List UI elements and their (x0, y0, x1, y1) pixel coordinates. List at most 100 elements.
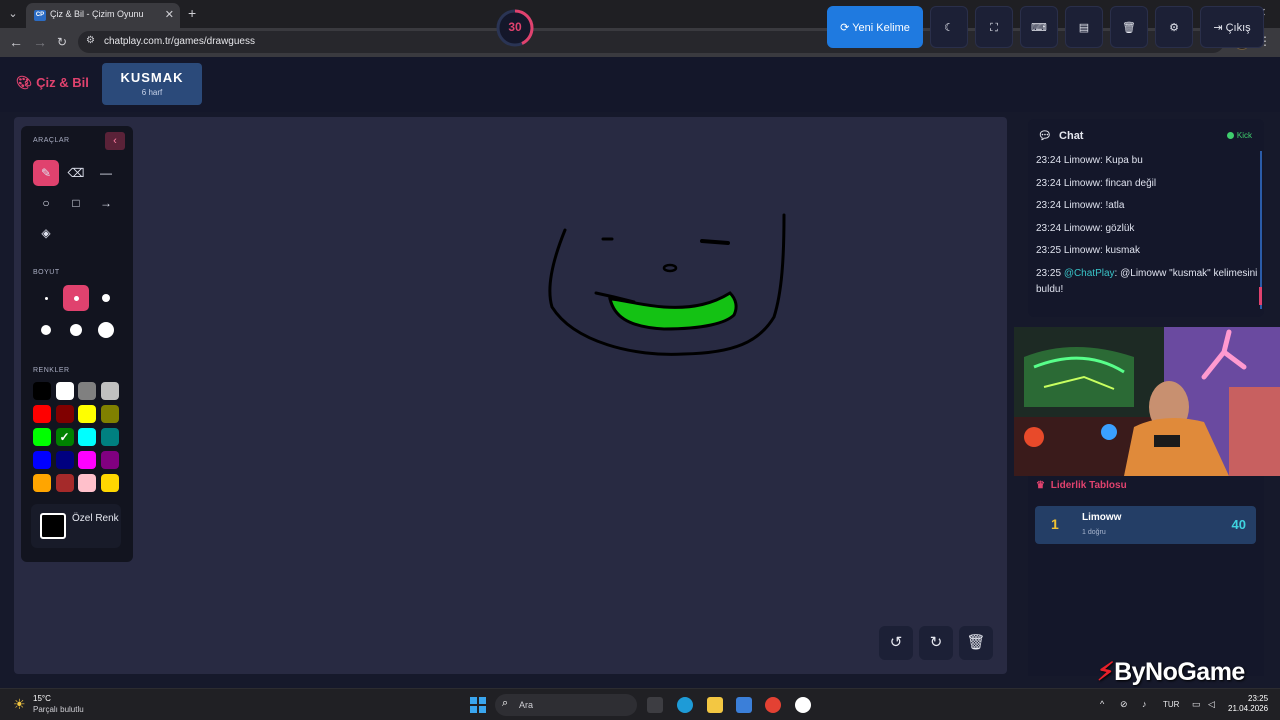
circle-tool[interactable]: ○ (33, 190, 59, 216)
weather-temp: 15°C (33, 694, 51, 703)
monitor-icon[interactable]: ▭ (1192, 699, 1201, 710)
message-text: fincan değil (1105, 177, 1157, 189)
volume-icon[interactable]: ◁ (1208, 699, 1215, 710)
size-dot (74, 296, 79, 301)
chat-message: 23:25 @ChatPlay: @Limoww "kusmak" kelime… (1036, 266, 1258, 298)
chat-scrollbar[interactable] (1260, 151, 1262, 309)
arrow-tool[interactable]: → (93, 190, 119, 216)
delete-button[interactable]: 🗑︎ (1110, 6, 1148, 48)
paint-bucket-icon: ◈ (41, 226, 51, 240)
line-tool[interactable]: — (93, 160, 119, 186)
color-swatch[interactable] (78, 382, 96, 400)
start-button[interactable] (470, 697, 486, 713)
size-6-button[interactable] (93, 317, 119, 343)
size-5-button[interactable] (63, 317, 89, 343)
collapse-panel-button[interactable]: ‹ (105, 132, 125, 150)
custom-color-label: Özel Renk (72, 513, 119, 524)
weather-desc: Parçalı bulutlu (33, 705, 84, 714)
color-swatch[interactable] (55, 382, 74, 400)
message-time: 23:25 (1036, 267, 1062, 279)
dark-mode-button[interactable]: ☾ (930, 6, 968, 48)
store-icon[interactable] (736, 697, 752, 713)
color-swatch[interactable] (78, 428, 96, 446)
color-swatch[interactable] (33, 451, 51, 469)
new-word-button[interactable]: ⟳ Yeni Kelime (827, 6, 923, 48)
color-swatch[interactable] (100, 382, 119, 400)
color-swatch[interactable] (100, 428, 119, 446)
pen-tool[interactable]: ✎ (33, 160, 59, 186)
browser-tab[interactable]: CP Çiz & Bil - Çizim Oyunu ✕ (26, 3, 180, 28)
size-2-button[interactable] (63, 285, 89, 311)
color-swatch[interactable] (100, 474, 119, 492)
color-swatch[interactable]: ✓ (55, 428, 74, 446)
color-swatch[interactable] (100, 451, 119, 469)
color-swatch[interactable] (100, 405, 119, 423)
chat-message: 23:24 Limoww: !atla (1036, 198, 1258, 214)
redo-button[interactable]: ↻ (919, 626, 953, 660)
size-1-button[interactable] (33, 285, 59, 311)
taskbar-search[interactable]: ⌕ Ara (495, 694, 637, 716)
clear-canvas-button[interactable]: 🗑︎ (959, 626, 993, 660)
message-time: 23:24 (1036, 155, 1062, 166)
color-swatch[interactable] (33, 382, 51, 400)
fullscreen-button[interactable]: ⛶ (975, 6, 1013, 48)
message-user[interactable]: Limoww (1064, 178, 1100, 189)
settings-button[interactable]: ⚙ (1155, 6, 1193, 48)
color-swatch[interactable] (33, 428, 51, 446)
task-view-icon[interactable] (647, 697, 663, 713)
message-time: 23:24 (1036, 200, 1062, 211)
exit-button[interactable]: ⇥ Çıkış (1200, 6, 1264, 48)
size-3-button[interactable] (93, 285, 119, 311)
microphone-icon[interactable]: ♪ (1142, 699, 1147, 709)
color-swatch[interactable] (78, 405, 96, 423)
obs-icon[interactable] (795, 697, 811, 713)
undo-button[interactable]: ↺ (879, 626, 913, 660)
app-logo[interactable]: 🎨︎ Çiz & Bil (16, 75, 89, 91)
archive-button[interactable]: ▤ (1065, 6, 1103, 48)
kick-label: Kick (1236, 131, 1252, 140)
color-swatch[interactable] (78, 474, 96, 492)
back-icon[interactable]: ← (9, 34, 23, 50)
tool-panel: ARAÇLAR ‹ ✎ ⌫ — ○ □ → ◈ BOYUT RENKLER ✓ … (21, 126, 133, 562)
language-indicator[interactable]: TUR (1163, 700, 1179, 709)
chat-scroll-thumb[interactable] (1259, 287, 1262, 305)
message-user[interactable]: @ChatPlay (1064, 268, 1115, 279)
custom-color-button[interactable]: Özel Renk (31, 504, 121, 548)
eraser-tool[interactable]: ⌫ (63, 160, 89, 186)
size-dot (41, 325, 51, 335)
system-clock[interactable]: 23:25 21.04.2026 (1228, 694, 1268, 714)
message-user[interactable]: Limoww (1064, 155, 1100, 166)
leaderboard-row: 1 Limoww 1 doğru 40 (1035, 506, 1256, 544)
gear-icon: ⚙ (1169, 22, 1179, 34)
reload-icon[interactable]: ↻ (57, 35, 67, 49)
site-info-icon[interactable]: ⚙ (86, 35, 95, 46)
rectangle-tool[interactable]: □ (63, 190, 89, 216)
fill-tool[interactable]: ◈ (33, 220, 59, 246)
file-explorer-icon[interactable] (707, 697, 723, 713)
sign-out-icon: ⇥ (1213, 22, 1223, 34)
color-swatch[interactable] (55, 451, 74, 469)
message-user[interactable]: Limoww (1064, 200, 1100, 211)
chrome-icon[interactable] (765, 697, 781, 713)
tab-search-icon[interactable]: ⌄ (4, 5, 22, 23)
size-4-button[interactable] (33, 317, 59, 343)
color-swatch[interactable] (33, 474, 51, 492)
network-icon[interactable]: ⊘ (1120, 699, 1128, 710)
weather-icon[interactable]: ☀ (13, 696, 26, 713)
message-user[interactable]: Limoww (1064, 223, 1100, 234)
comments-icon: 💬︎ (1038, 130, 1052, 142)
color-swatch[interactable] (55, 405, 74, 423)
edge-icon[interactable] (677, 697, 693, 713)
new-tab-icon[interactable]: + (188, 5, 196, 21)
color-swatch[interactable] (78, 451, 96, 469)
message-text: kusmak (1105, 245, 1140, 256)
tab-close-icon[interactable]: ✕ (165, 8, 174, 21)
forward-icon[interactable]: → (33, 34, 47, 50)
tray-chevron-icon[interactable]: ^ (1100, 699, 1104, 709)
color-swatch[interactable] (33, 405, 51, 423)
message-user[interactable]: Limoww (1064, 245, 1100, 256)
new-word-label: Yeni Kelime (852, 22, 910, 34)
chat-message-list[interactable]: 23:24 Limoww: Kupa bu 23:24 Limoww: finca… (1036, 153, 1258, 304)
keyboard-button[interactable]: ⌨ (1020, 6, 1058, 48)
color-swatch[interactable] (55, 474, 74, 492)
